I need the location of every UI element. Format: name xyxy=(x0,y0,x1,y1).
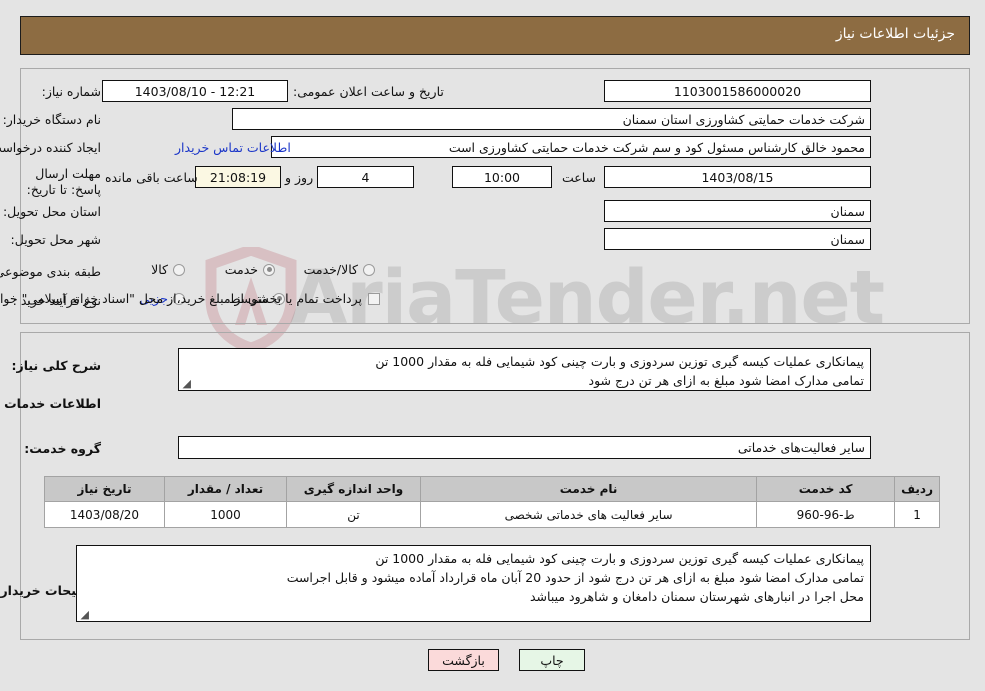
print-button[interactable]: چاپ xyxy=(519,649,585,671)
radio-category-khedmat[interactable]: خدمت xyxy=(225,262,275,277)
radio-indicator-kala-khedmat[interactable] xyxy=(363,263,375,276)
col-row-no: ردیف xyxy=(894,476,940,502)
label-need-number: شماره نیاز: xyxy=(41,84,101,99)
checkbox-indicator-treasury[interactable] xyxy=(368,292,380,305)
field-buyer-org: شرکت خدمات حمایتی کشاورزی استان سمنان xyxy=(232,108,871,130)
field-buyer-notes: پیمانکاری عملیات کیسه گیری توزین سردوزی … xyxy=(76,545,871,622)
field-service-group: سایر فعالیت‌های خدماتی xyxy=(178,436,871,459)
col-need-date: تاریخ نیاز xyxy=(44,476,165,502)
buyer-notes-line-1: پیمانکاری عملیات کیسه گیری توزین سردوزی … xyxy=(375,551,864,566)
radio-indicator-khedmat[interactable] xyxy=(263,263,275,276)
general-description-line-2: تمامی مدارک امضا شود مبلغ به ازای هر تن … xyxy=(588,373,865,388)
field-requester: محمود خالق کارشناس مسئول کود و سم شرکت خ… xyxy=(271,136,871,158)
field-countdown: 21:08:19 xyxy=(195,166,281,188)
resize-handle-icon-notes[interactable]: ◢ xyxy=(79,609,89,620)
field-general-description: پیمانکاری عملیات کیسه گیری توزین سردوزی … xyxy=(178,348,871,391)
buyer-notes-line-3: محل اجرا در انبارهای شهرستان سمنان دامغا… xyxy=(530,589,864,604)
back-button[interactable]: بازگشت xyxy=(428,649,499,671)
field-city: سمنان xyxy=(604,228,871,250)
heading-services-info: اطلاعات خدمات مورد نیاز xyxy=(0,396,101,411)
cell-quantity: 1000 xyxy=(164,501,287,528)
field-deadline-date: 1403/08/15 xyxy=(604,166,871,188)
checkbox-treasury-bonds[interactable]: پرداخت تمام یا بخشی از مبلغ خرید،از محل … xyxy=(0,291,380,306)
cell-row-no: 1 xyxy=(894,501,940,528)
col-service-code: کد خدمت xyxy=(756,476,896,502)
header-bar: جزئیات اطلاعات نیاز xyxy=(20,16,970,55)
radio-category-kala[interactable]: کالا xyxy=(151,262,185,277)
field-province: سمنان xyxy=(604,200,871,222)
table-row: 1 ط-96-960 سایر فعالیت های خدماتی شخصی ت… xyxy=(44,501,940,528)
buyer-notes-line-2: تمامی مدارک امضا شود مبلغ به ازای هر تن … xyxy=(286,570,864,585)
field-hour: 10:00 xyxy=(452,166,552,188)
general-description-line-1: پیمانکاری عملیات کیسه گیری توزین سردوزی … xyxy=(375,354,864,369)
field-need-number: 1103001586000020 xyxy=(604,80,871,102)
label-category: طبقه بندی موضوعی: xyxy=(0,264,101,279)
checkbox-label-treasury: پرداخت تمام یا بخشی از مبلغ خرید،از محل … xyxy=(0,291,362,306)
label-days-and: روز و xyxy=(285,170,314,185)
need-info-panel xyxy=(20,68,970,324)
page-title: جزئیات اطلاعات نیاز xyxy=(835,26,955,42)
label-announce-datetime: تاریخ و ساعت اعلان عمومی: xyxy=(293,84,444,99)
label-province: استان محل تحویل: xyxy=(2,204,101,219)
radio-indicator-kala[interactable] xyxy=(173,263,185,276)
col-quantity: تعداد / مقدار xyxy=(164,476,287,502)
label-remaining: ساعت باقی مانده xyxy=(105,170,198,185)
buyer-contact-link[interactable]: اطلاعات تماس خریدار xyxy=(175,140,291,155)
cell-service-name: سایر فعالیت های خدماتی شخصی xyxy=(419,501,758,528)
table-header-row: ردیف کد خدمت نام خدمت واحد اندازه گیری ت… xyxy=(44,476,940,502)
services-table: ردیف کد خدمت نام خدمت واحد اندازه گیری ت… xyxy=(44,476,940,528)
radio-category-kala-khedmat[interactable]: کالا/خدمت xyxy=(304,262,375,277)
field-announce-datetime: 1403/08/10 - 12:21 xyxy=(102,80,288,102)
radio-label-kala-khedmat: کالا/خدمت xyxy=(303,262,358,277)
resize-handle-icon[interactable]: ◢ xyxy=(181,378,191,389)
label-hour: ساعت xyxy=(562,170,597,185)
cell-unit: تن xyxy=(286,501,421,528)
cell-need-date: 1403/08/20 xyxy=(44,501,165,528)
label-general-description: شرح کلی نیاز: xyxy=(11,358,101,373)
field-days-remaining: 4 xyxy=(317,166,414,188)
label-deadline: مهلت ارسال پاسخ: تا تاریخ: xyxy=(26,166,101,197)
label-city: شهر محل تحویل: xyxy=(10,232,101,247)
cell-service-code: ط-96-960 xyxy=(756,501,896,528)
label-service-group: گروه خدمت: xyxy=(24,441,101,456)
col-unit: واحد اندازه گیری xyxy=(286,476,421,502)
label-requester: ایجاد کننده درخواست: xyxy=(0,140,101,155)
page-root: AriaTender.net جزئیات اطلاعات نیاز شماره… xyxy=(0,0,985,691)
col-service-name: نام خدمت xyxy=(419,476,758,502)
radio-label-khedmat: خدمت xyxy=(224,262,258,277)
label-buyer-org: نام دستگاه خریدار: xyxy=(2,112,101,127)
radio-label-kala: کالا xyxy=(151,262,168,277)
